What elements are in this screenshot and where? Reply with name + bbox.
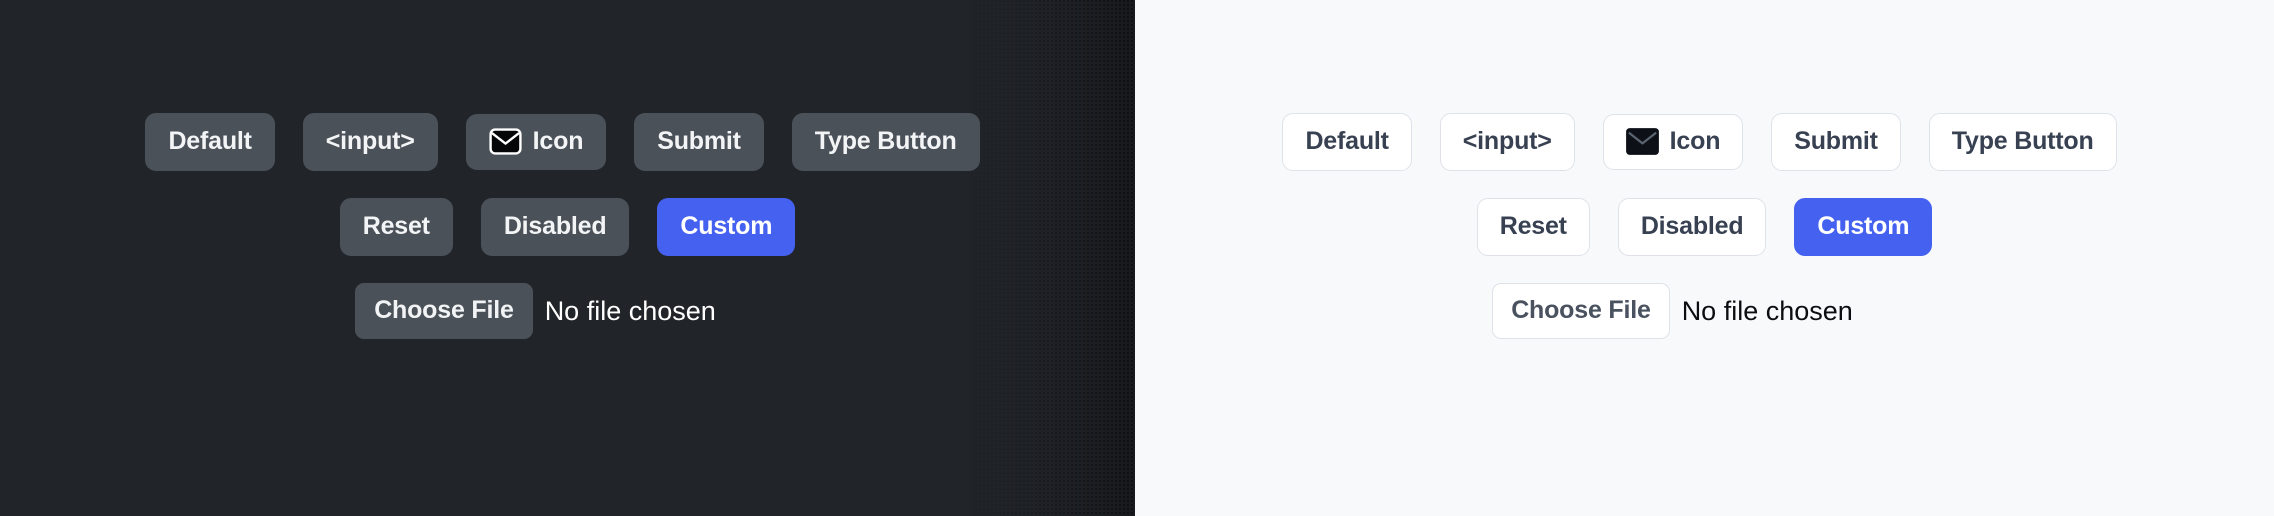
- default-button[interactable]: Default: [145, 113, 275, 171]
- dark-theme-panel: Default <input> Icon Submit Type Button …: [0, 0, 1135, 516]
- button-label: <input>: [325, 127, 415, 155]
- icon-button[interactable]: Icon: [465, 114, 607, 170]
- submit-button[interactable]: Submit: [634, 113, 764, 171]
- type-button[interactable]: Type Button: [791, 113, 980, 171]
- light-theme-panel: Default <input> Icon Submit Type Button …: [1135, 0, 2274, 516]
- default-button[interactable]: Default: [1282, 113, 1412, 171]
- input-button[interactable]: <input>: [302, 113, 438, 171]
- icon-button[interactable]: Icon: [1602, 114, 1744, 170]
- button-label: Default: [168, 127, 252, 155]
- custom-button[interactable]: Custom: [1794, 198, 1933, 256]
- button-label: Submit: [1794, 127, 1878, 155]
- envelope-icon: [489, 128, 522, 155]
- file-status-text: No file chosen: [1681, 295, 1853, 326]
- button-label: Reset: [1499, 212, 1567, 240]
- file-input-control[interactable]: Choose File No file chosen: [1492, 283, 1853, 339]
- button-label: Icon: [1669, 127, 1721, 155]
- dark-button-row-3: Choose File No file chosen: [355, 283, 716, 339]
- button-label: Type Button: [1951, 127, 2094, 155]
- button-label: Submit: [657, 127, 741, 155]
- button-label: Reset: [362, 212, 430, 240]
- file-status-text: No file chosen: [544, 295, 716, 326]
- choose-file-button[interactable]: Choose File: [1492, 283, 1670, 339]
- dark-button-row-2: Reset Disabled Custom: [339, 198, 796, 256]
- disabled-button: Disabled: [480, 198, 630, 256]
- reset-button[interactable]: Reset: [339, 198, 453, 256]
- type-button[interactable]: Type Button: [1928, 113, 2117, 171]
- button-label: Icon: [532, 127, 584, 155]
- light-button-row-3: Choose File No file chosen: [1492, 283, 1853, 339]
- reset-button[interactable]: Reset: [1476, 198, 1590, 256]
- custom-button[interactable]: Custom: [657, 198, 796, 256]
- submit-button[interactable]: Submit: [1771, 113, 1901, 171]
- button-label: Disabled: [503, 212, 607, 240]
- button-label: Disabled: [1640, 212, 1744, 240]
- button-label: Custom: [1817, 212, 1910, 240]
- button-label: Custom: [680, 212, 773, 240]
- light-button-row-2: Reset Disabled Custom: [1476, 198, 1933, 256]
- file-input-control[interactable]: Choose File No file chosen: [355, 283, 716, 339]
- button-label: <input>: [1462, 127, 1552, 155]
- envelope-icon: [1625, 128, 1659, 155]
- input-button[interactable]: <input>: [1439, 113, 1575, 171]
- disabled-button: Disabled: [1617, 198, 1767, 256]
- button-label: Type Button: [814, 127, 957, 155]
- button-label: Default: [1305, 127, 1389, 155]
- light-button-row-1: Default <input> Icon Submit Type Button: [1282, 113, 2117, 171]
- dark-button-row-1: Default <input> Icon Submit Type Button: [145, 113, 980, 171]
- choose-file-button[interactable]: Choose File: [355, 283, 533, 339]
- button-showcase-split-view: Default <input> Icon Submit Type Button …: [0, 0, 2274, 516]
